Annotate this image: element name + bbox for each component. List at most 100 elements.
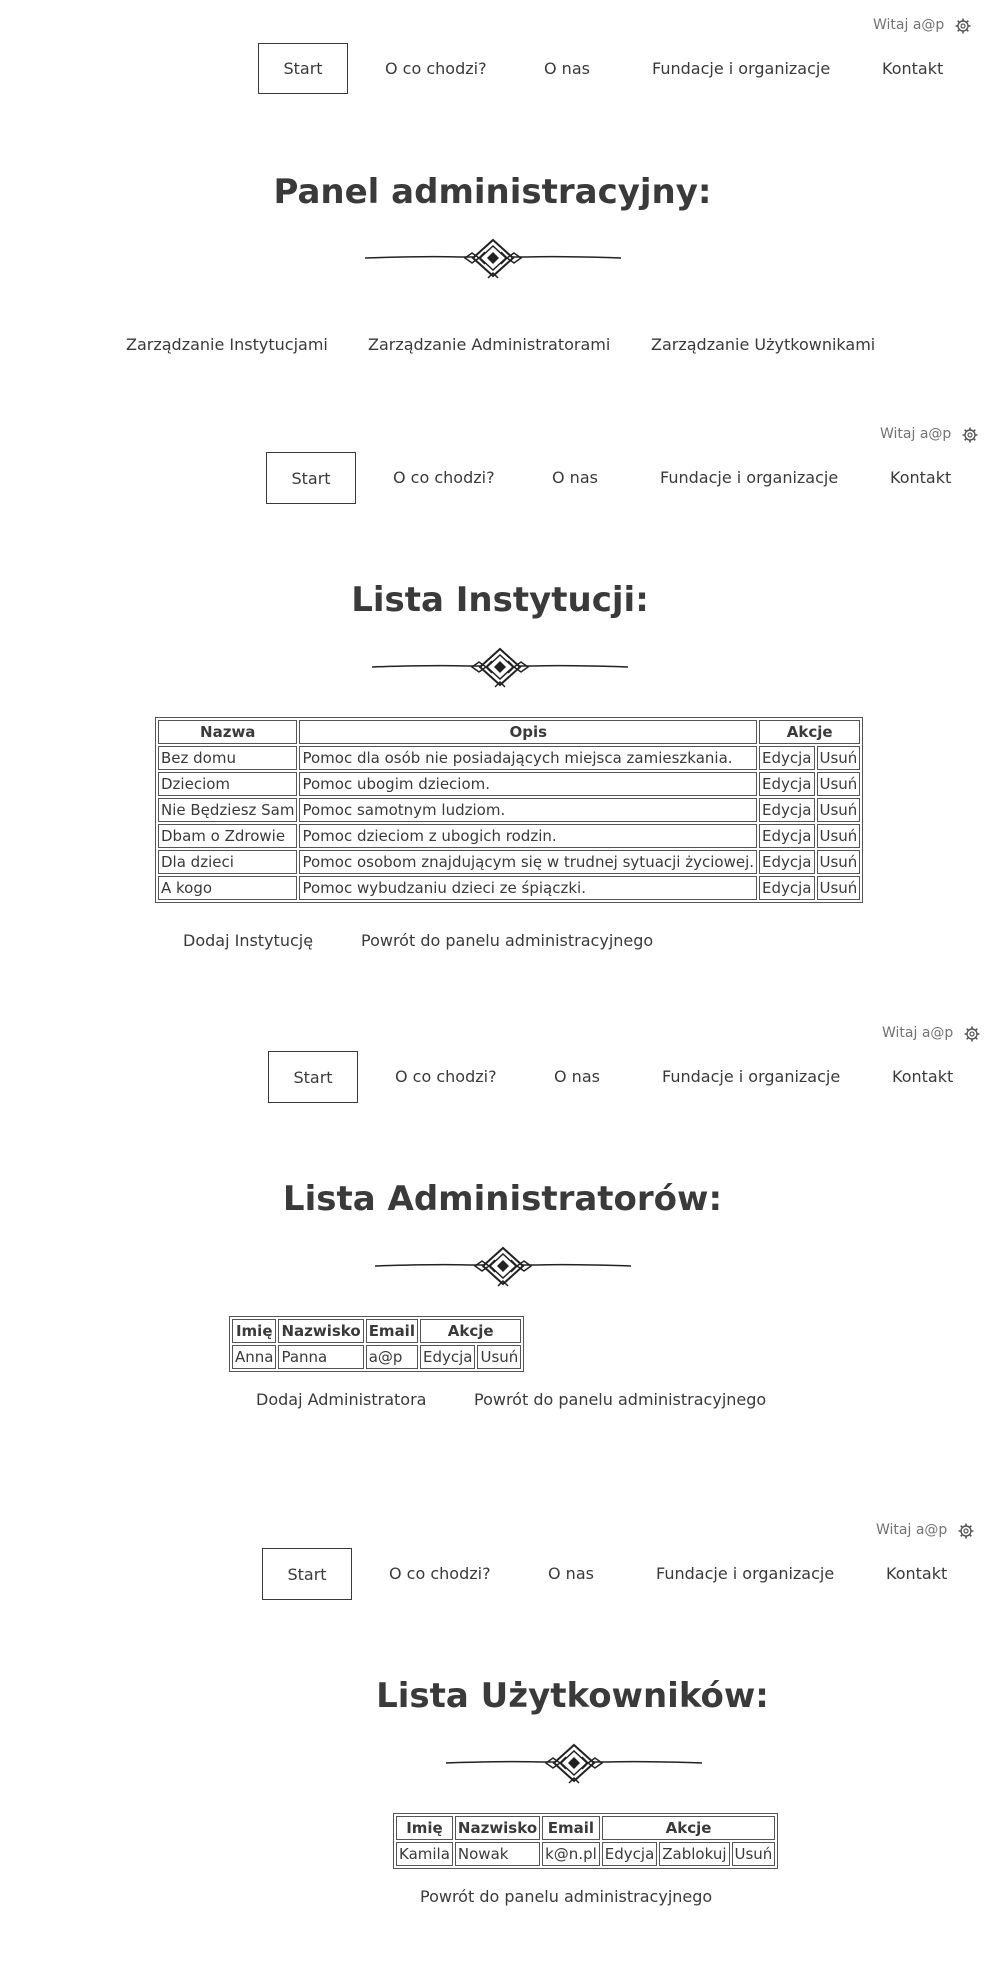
nav-start[interactable]: Start xyxy=(266,452,356,504)
greeting-text: Witaj a@p xyxy=(882,1025,954,1041)
institution-name: Nie Będziesz Sam xyxy=(158,798,298,822)
manage-users-link[interactable]: Zarządzanie Użytkownikami xyxy=(651,335,875,354)
institution-description: Pomoc osobom znajdującym się w trudnej s… xyxy=(299,850,758,874)
column-header: Akcje xyxy=(759,720,861,744)
institution-name: Dzieciom xyxy=(158,772,298,796)
ornament-divider xyxy=(375,1244,631,1288)
back-to-panel-link[interactable]: Powrót do panelu administracyjnego xyxy=(474,1390,766,1409)
edit-link[interactable]: Edycja xyxy=(759,798,815,822)
nav-about[interactable]: O co chodzi? xyxy=(395,1067,497,1086)
table-row: Dzieciom Pomoc ubogim dzieciom. Edycja Usuń xyxy=(158,772,861,796)
nav-foundations[interactable]: Fundacje i organizacje xyxy=(662,1067,840,1086)
table-row: Bez domu Pomoc dla osób nie posiadających… xyxy=(158,746,861,770)
greeting-text: Witaj a@p xyxy=(880,426,952,442)
block-link[interactable]: Zablokuj xyxy=(659,1842,730,1866)
column-header: Nazwisko xyxy=(278,1319,364,1343)
column-header: Akcje xyxy=(419,1319,522,1343)
delete-link[interactable]: Usuń xyxy=(731,1842,776,1866)
institution-name: A kogo xyxy=(158,876,298,900)
delete-link[interactable]: Usuń xyxy=(816,824,861,848)
gear-icon[interactable] xyxy=(962,427,978,443)
edit-link[interactable]: Edycja xyxy=(601,1842,658,1866)
user-first-name: Kamila xyxy=(396,1842,453,1866)
nav-contact[interactable]: Kontakt xyxy=(886,1564,947,1583)
manage-institutions-link[interactable]: Zarządzanie Instytucjami xyxy=(126,335,328,354)
nav-foundations[interactable]: Fundacje i organizacje xyxy=(652,59,830,78)
column-header: Email xyxy=(365,1319,418,1343)
users-table: Imię Nazwisko Email Akcje Kamila Nowak k@n… xyxy=(393,1813,779,1869)
edit-link[interactable]: Edycja xyxy=(419,1345,476,1369)
delete-link[interactable]: Usuń xyxy=(816,746,861,770)
institution-name: Bez domu xyxy=(158,746,298,770)
nav-start[interactable]: Start xyxy=(262,1548,352,1600)
institution-description: Pomoc dla osób nie posiadających miejsca… xyxy=(299,746,758,770)
edit-link[interactable]: Edycja xyxy=(759,772,815,796)
admin-last-name: Panna xyxy=(278,1345,364,1369)
column-header: Akcje xyxy=(601,1816,776,1840)
nav-about[interactable]: O co chodzi? xyxy=(389,1564,491,1583)
nav-foundations[interactable]: Fundacje i organizacje xyxy=(660,468,838,487)
column-header: Imię xyxy=(232,1319,277,1343)
nav-about[interactable]: O co chodzi? xyxy=(393,468,495,487)
institution-description: Pomoc dzieciom z ubogich rodzin. xyxy=(299,824,758,848)
column-header: Opis xyxy=(299,720,758,744)
delete-link[interactable]: Usuń xyxy=(816,876,861,900)
back-to-panel-link[interactable]: Powrót do panelu administracyjnego xyxy=(420,1887,712,1906)
user-last-name: Nowak xyxy=(454,1842,541,1866)
add-institution-link[interactable]: Dodaj Instytucję xyxy=(183,931,313,950)
nav-contact[interactable]: Kontakt xyxy=(890,468,951,487)
greeting-text: Witaj a@p xyxy=(876,1522,948,1538)
institutions-title: Lista Instytucji: xyxy=(351,580,649,620)
institution-name: Dbam o Zdrowie xyxy=(158,824,298,848)
admin-email: a@p xyxy=(365,1345,418,1369)
institution-description: Pomoc ubogim dzieciom. xyxy=(299,772,758,796)
delete-link[interactable]: Usuń xyxy=(816,772,861,796)
nav-us[interactable]: O nas xyxy=(544,59,590,78)
delete-link[interactable]: Usuń xyxy=(477,1345,522,1369)
table-row: Kamila Nowak k@n.pl Edycja Zablokuj Usuń xyxy=(396,1842,776,1866)
gear-icon[interactable] xyxy=(964,1026,980,1042)
greeting-text: Witaj a@p xyxy=(873,17,945,33)
back-to-panel-link[interactable]: Powrót do panelu administracyjnego xyxy=(361,931,653,950)
admins-table: Imię Nazwisko Email Akcje Anna Panna a@p Ed… xyxy=(229,1316,525,1372)
edit-link[interactable]: Edycja xyxy=(759,824,815,848)
column-header: Email xyxy=(542,1816,600,1840)
nav-start[interactable]: Start xyxy=(258,43,348,94)
table-row: Dla dzieci Pomoc osobom znajdującym się w… xyxy=(158,850,861,874)
institution-description: Pomoc wybudzaniu dzieci ze śpiączki. xyxy=(299,876,758,900)
delete-link[interactable]: Usuń xyxy=(816,798,861,822)
nav-about[interactable]: O co chodzi? xyxy=(385,59,487,78)
nav-contact[interactable]: Kontakt xyxy=(882,59,943,78)
edit-link[interactable]: Edycja xyxy=(759,746,815,770)
ornament-divider xyxy=(372,645,628,689)
nav-us[interactable]: O nas xyxy=(554,1067,600,1086)
nav-us[interactable]: O nas xyxy=(552,468,598,487)
gear-icon[interactable] xyxy=(958,1523,974,1539)
nav-start[interactable]: Start xyxy=(268,1051,358,1103)
table-row: A kogo Pomoc wybudzaniu dzieci ze śpiączk… xyxy=(158,876,861,900)
edit-link[interactable]: Edycja xyxy=(759,876,815,900)
user-email: k@n.pl xyxy=(542,1842,600,1866)
admin-first-name: Anna xyxy=(232,1345,277,1369)
institution-name: Dla dzieci xyxy=(158,850,298,874)
column-header: Nazwa xyxy=(158,720,298,744)
table-row: Dbam o Zdrowie Pomoc dzieciom z ubogich r… xyxy=(158,824,861,848)
users-title: Lista Użytkowników: xyxy=(376,1676,769,1716)
institutions-table: Nazwa Opis Akcje Bez domu Pomoc dla osób … xyxy=(155,717,864,903)
gear-icon[interactable] xyxy=(955,18,971,34)
table-row: Nie Będziesz Sam Pomoc samotnym ludziom. E… xyxy=(158,798,861,822)
column-header: Nazwisko xyxy=(454,1816,541,1840)
institution-description: Pomoc samotnym ludziom. xyxy=(299,798,758,822)
column-header: Imię xyxy=(396,1816,453,1840)
ornament-divider xyxy=(365,236,621,280)
delete-link[interactable]: Usuń xyxy=(816,850,861,874)
edit-link[interactable]: Edycja xyxy=(759,850,815,874)
nav-us[interactable]: O nas xyxy=(548,1564,594,1583)
admins-title: Lista Administratorów: xyxy=(282,1179,723,1219)
ornament-divider xyxy=(446,1741,702,1785)
nav-contact[interactable]: Kontakt xyxy=(892,1067,953,1086)
nav-foundations[interactable]: Fundacje i organizacje xyxy=(656,1564,834,1583)
manage-admins-link[interactable]: Zarządzanie Administratorami xyxy=(368,335,610,354)
add-admin-link[interactable]: Dodaj Administratora xyxy=(256,1390,426,1409)
panel-title: Panel administracyjny: xyxy=(273,172,712,212)
